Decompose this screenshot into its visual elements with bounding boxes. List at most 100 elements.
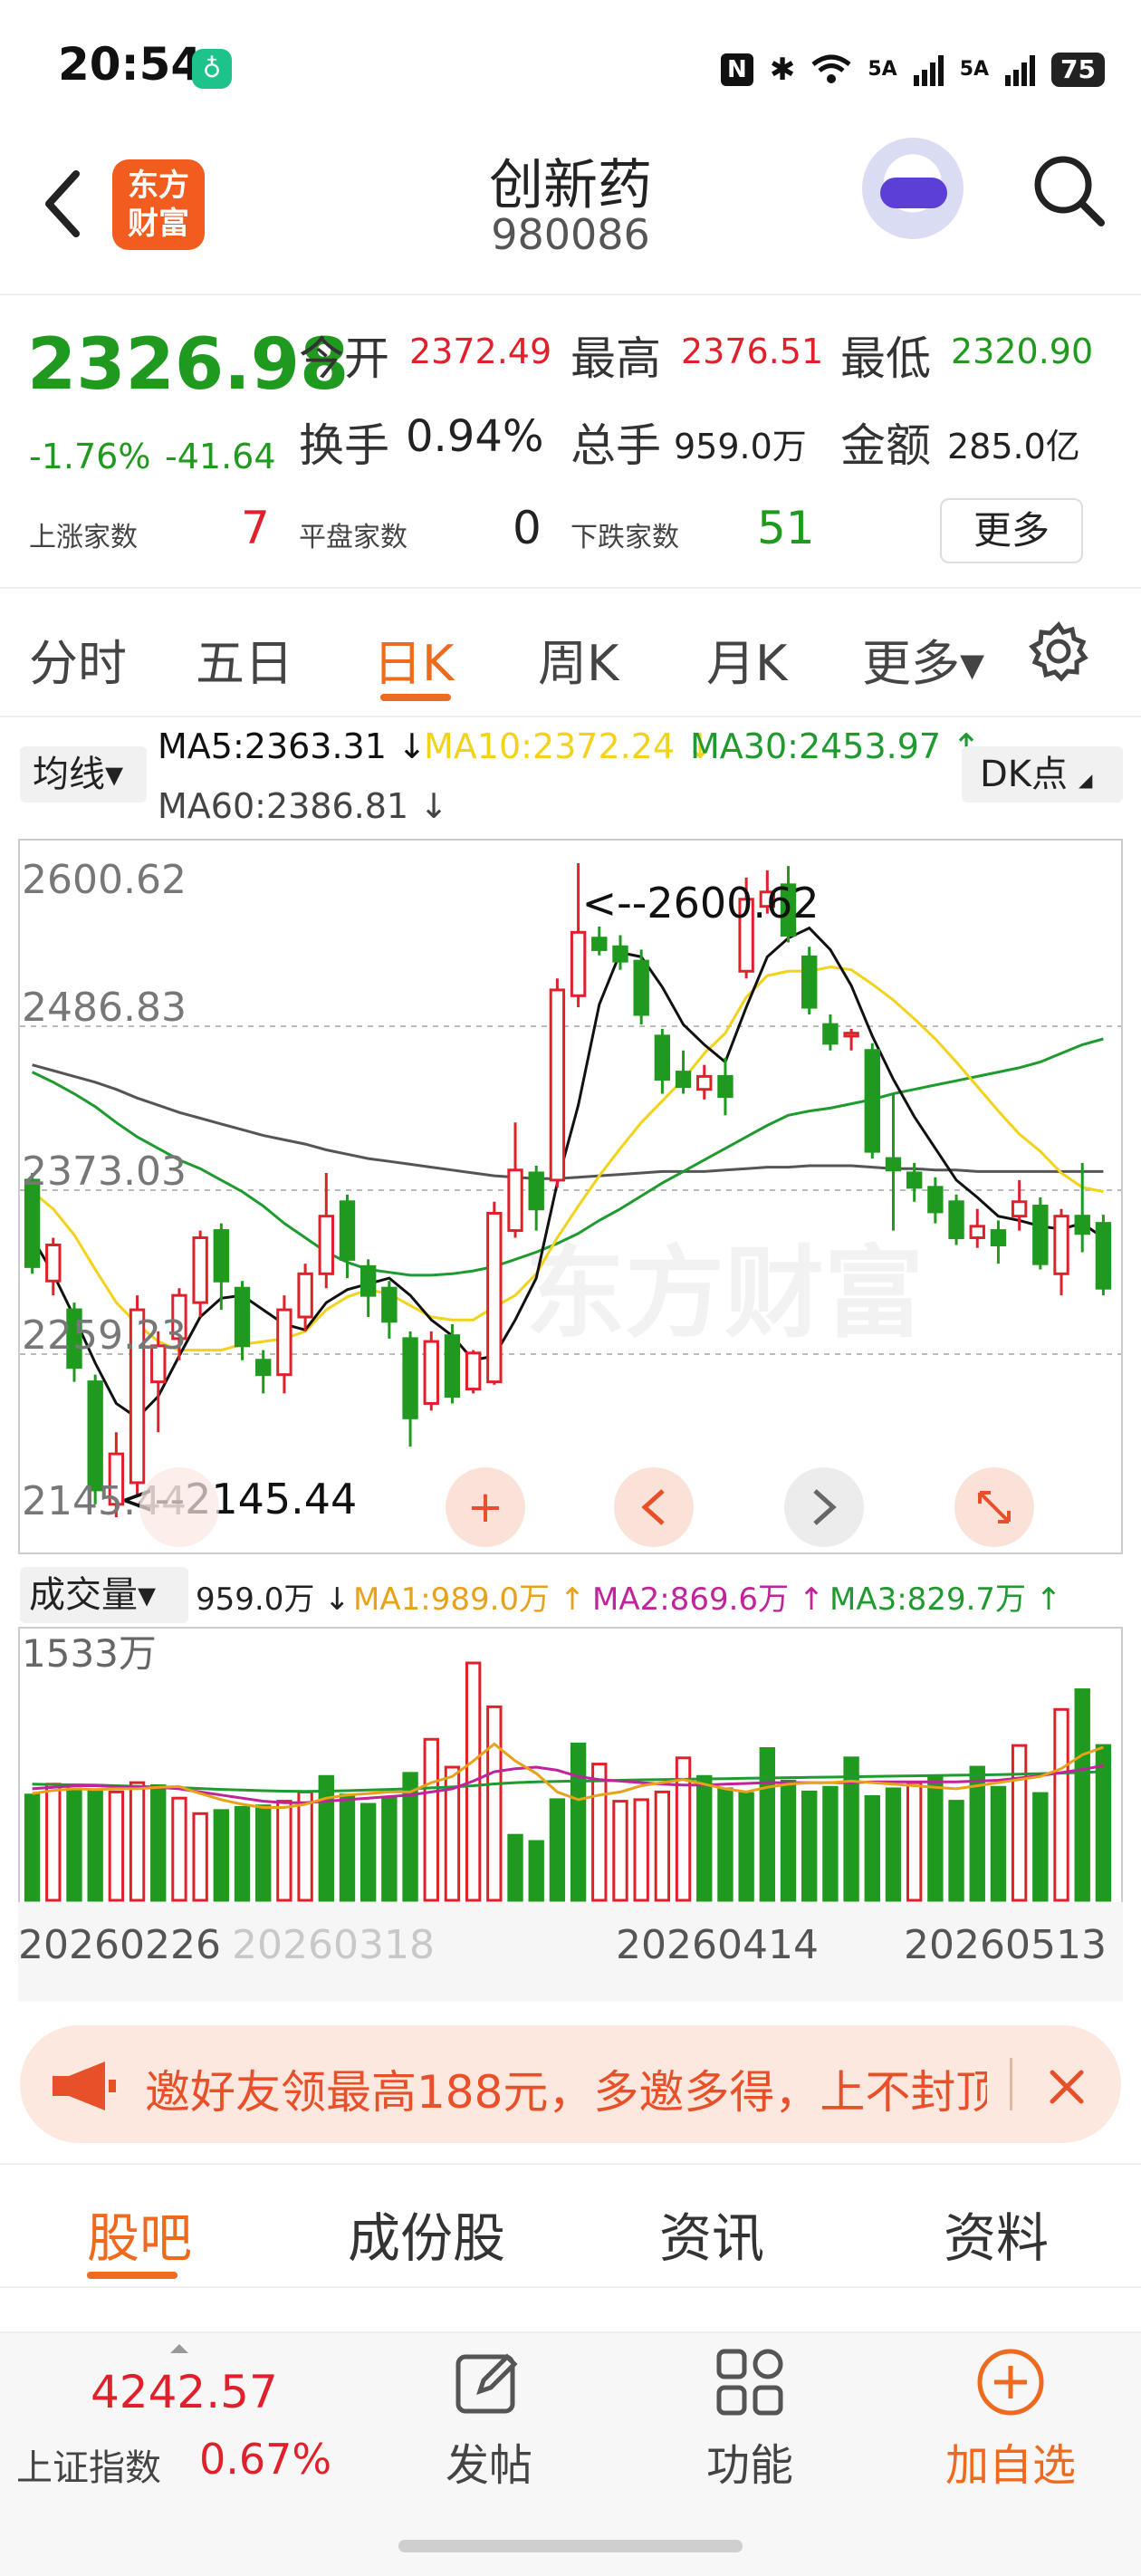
candle[interactable] (234, 1286, 251, 1348)
tab-intraday[interactable]: 分时 (29, 623, 127, 695)
candle[interactable] (990, 1229, 1007, 1246)
candle[interactable] (843, 1032, 859, 1038)
candle[interactable] (612, 945, 628, 963)
volume-bar[interactable] (570, 1742, 587, 1902)
volume-bar[interactable] (150, 1784, 167, 1902)
edit-post-icon[interactable] (453, 2348, 522, 2417)
tab-week-k[interactable]: 周K (538, 623, 618, 695)
volume-bar[interactable] (759, 1747, 776, 1902)
volume-bar[interactable] (612, 1800, 628, 1902)
volume-bar[interactable] (885, 1787, 902, 1902)
volume-bar[interactable] (486, 1705, 503, 1902)
candle[interactable] (297, 1272, 313, 1319)
volume-bar[interactable] (717, 1787, 734, 1902)
volume-bar[interactable] (822, 1785, 839, 1902)
volume-bar[interactable] (549, 1798, 566, 1902)
volume-bar[interactable] (1032, 1792, 1049, 1902)
tab-news[interactable]: 资讯 (659, 2196, 764, 2272)
candle[interactable] (192, 1236, 208, 1304)
volume-bar[interactable] (528, 1840, 544, 1902)
kline-chart[interactable]: 东方财富 2600.622486.832373.032259.232145.44… (18, 839, 1123, 1554)
candle[interactable] (801, 955, 818, 1009)
candle[interactable] (507, 1168, 523, 1233)
volume-bar[interactable] (129, 1781, 146, 1902)
candle[interactable] (633, 959, 649, 1016)
volume-bar[interactable] (843, 1756, 859, 1902)
volume-bar[interactable] (801, 1790, 818, 1902)
volume-chart[interactable]: 1533万 (18, 1627, 1123, 1904)
index-name[interactable]: 上证指数 (16, 2438, 161, 2491)
volume-bar[interactable] (738, 1792, 754, 1902)
volume-bar[interactable] (864, 1794, 880, 1902)
volume-bar[interactable] (297, 1790, 313, 1902)
candle[interactable] (654, 1034, 671, 1081)
candle[interactable] (402, 1337, 418, 1419)
candle[interactable] (423, 1340, 439, 1405)
volume-bar[interactable] (633, 1798, 649, 1902)
tab-month-k[interactable]: 月K (706, 623, 787, 695)
candle[interactable] (465, 1351, 482, 1391)
add-watchlist-label[interactable]: 加自选 (929, 2429, 1092, 2493)
candle[interactable] (255, 1359, 272, 1377)
candle[interactable] (318, 1215, 334, 1275)
candle[interactable] (1074, 1215, 1090, 1235)
candle[interactable] (822, 1023, 839, 1045)
close-icon[interactable] (1047, 2067, 1087, 2107)
volume-bar[interactable] (66, 1787, 82, 1902)
volume-bar[interactable] (507, 1833, 523, 1902)
volume-bar[interactable] (318, 1774, 334, 1902)
volume-bar[interactable] (255, 1804, 272, 1902)
volume-bar[interactable] (990, 1785, 1007, 1902)
candle[interactable] (717, 1074, 734, 1099)
candle[interactable] (696, 1074, 713, 1091)
candle[interactable] (276, 1308, 292, 1377)
volume-bar[interactable] (927, 1774, 944, 1902)
volume-bar[interactable] (696, 1774, 713, 1902)
volume-bar[interactable] (171, 1796, 187, 1902)
search-icon[interactable] (1029, 150, 1107, 228)
volume-indicator-select[interactable]: 成交量▾ (20, 1567, 188, 1623)
volume-bar[interactable] (381, 1796, 398, 1902)
volume-bar[interactable] (591, 1763, 608, 1902)
grid-icon[interactable] (715, 2348, 784, 2417)
back-icon[interactable] (36, 163, 91, 245)
candle[interactable] (87, 1380, 103, 1492)
volume-bar[interactable] (45, 1783, 62, 1902)
pan-right-button[interactable] (784, 1467, 864, 1547)
volume-bar[interactable] (87, 1789, 103, 1902)
volume-bar[interactable] (948, 1800, 964, 1902)
ma-indicator-select[interactable]: 均线▾ (20, 746, 147, 803)
volume-bar[interactable] (108, 1790, 125, 1902)
pan-left-button[interactable] (614, 1467, 694, 1547)
gear-icon[interactable] (1027, 620, 1090, 683)
volume-bar[interactable] (1053, 1707, 1069, 1902)
tab-guba[interactable]: 股吧 (87, 2196, 192, 2272)
candle[interactable] (906, 1171, 923, 1189)
candle[interactable] (675, 1071, 692, 1089)
volume-bar[interactable] (906, 1781, 923, 1902)
candle[interactable] (570, 930, 587, 997)
candle[interactable] (486, 1211, 503, 1384)
candle[interactable] (885, 1157, 902, 1172)
candle[interactable] (1053, 1215, 1069, 1275)
volume-bar[interactable] (423, 1737, 439, 1902)
candle[interactable] (969, 1225, 985, 1240)
volume-bar[interactable] (339, 1793, 356, 1902)
candle[interactable] (360, 1264, 377, 1297)
volume-bar[interactable] (24, 1793, 41, 1902)
volume-bar[interactable] (192, 1812, 208, 1902)
candle[interactable] (1095, 1222, 1112, 1290)
dk-point-button[interactable]: DK点 ◢ (962, 746, 1123, 803)
candle[interactable] (948, 1200, 964, 1240)
candle[interactable] (927, 1186, 944, 1214)
candle[interactable] (864, 1049, 880, 1153)
index-value[interactable]: 4242.57 (91, 2366, 278, 2418)
tab-components[interactable]: 成份股 (348, 2196, 505, 2272)
volume-bar[interactable] (1011, 1744, 1028, 1902)
candle[interactable] (528, 1171, 544, 1211)
home-indicator[interactable] (398, 2540, 743, 2552)
add-circle-icon[interactable] (974, 2346, 1047, 2418)
volume-bar[interactable] (780, 1779, 797, 1902)
more-quote-button[interactable]: 更多 (940, 498, 1083, 563)
candle[interactable] (45, 1243, 62, 1283)
